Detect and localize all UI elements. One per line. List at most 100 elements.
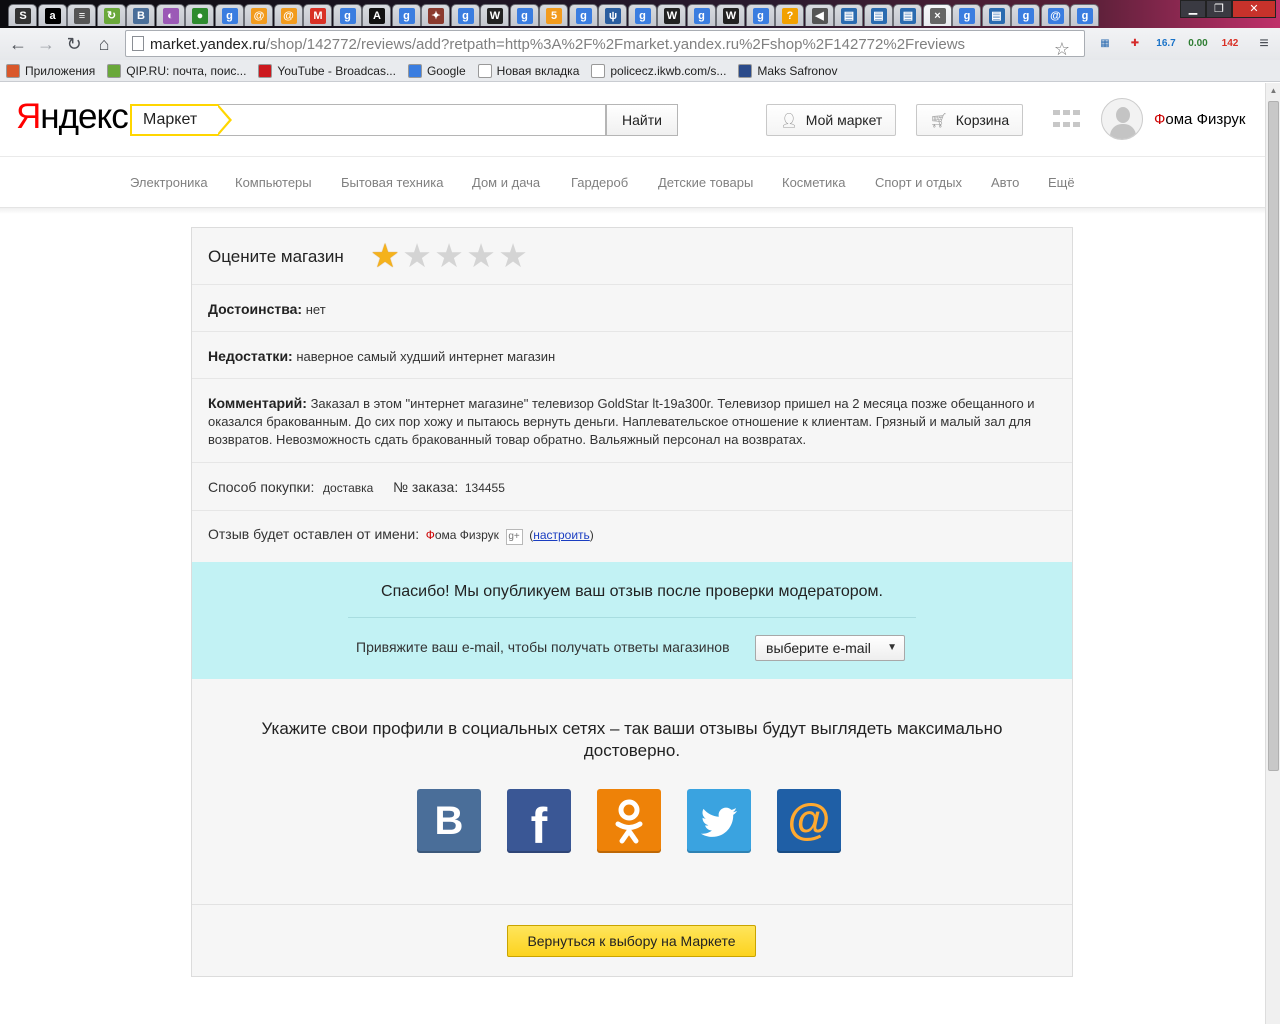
star-icon[interactable]: ★ (497, 239, 529, 272)
browser-tab[interactable]: g (214, 2, 245, 26)
browser-tab[interactable]: g (568, 2, 599, 26)
browser-tab[interactable]: ▤ (834, 2, 864, 26)
extension-icon[interactable]: ▦ (1094, 33, 1116, 55)
browser-tab[interactable]: g (450, 2, 481, 26)
browser-tab[interactable]: g (1070, 2, 1100, 26)
facebook-button[interactable]: f (507, 789, 571, 854)
browser-tab[interactable]: g (391, 2, 422, 26)
restore-icon[interactable]: ❐ (1206, 0, 1232, 18)
extension-icon[interactable]: 142 (1219, 33, 1241, 55)
browser-tab[interactable]: W (716, 2, 746, 26)
bookmark-item[interactable]: YouTube - Broadcas... (258, 63, 396, 78)
browser-tab[interactable]: ↻ (96, 2, 127, 26)
bookmark-icon (407, 63, 422, 78)
browser-tab[interactable]: ◐ (155, 2, 186, 26)
browser-tab[interactable]: ◀ (804, 2, 835, 26)
twitter-button[interactable] (687, 789, 751, 853)
browser-tab[interactable]: g (509, 2, 540, 26)
browser-tab[interactable]: g (952, 2, 982, 26)
bookmark-item[interactable]: Приложения (6, 63, 95, 78)
user-name-link[interactable]: Фома Физрук (1154, 111, 1245, 128)
configure-link[interactable]: настроить (533, 528, 590, 542)
browser-tab[interactable]: g (1011, 2, 1041, 26)
category-link[interactable]: Бытовая техника (341, 175, 443, 190)
browser-tab[interactable]: M (303, 2, 333, 26)
vk-button[interactable]: B (417, 789, 481, 853)
email-select[interactable]: выберите e-mail ▼ (755, 635, 905, 661)
category-link[interactable]: Ещё (1048, 175, 1075, 190)
bookmark-item[interactable]: Google (407, 63, 466, 78)
browser-tab[interactable]: ? (775, 2, 805, 26)
bookmark-item[interactable]: policecz.ikwb.com/s... (591, 63, 726, 78)
browser-tab[interactable]: g (332, 2, 363, 26)
browser-tab[interactable]: × (922, 2, 953, 26)
yandex-logo[interactable]: Яндекс (16, 97, 129, 137)
bookmark-item[interactable]: Maks Safronov (738, 63, 837, 78)
reload-icon[interactable]: ↻ (62, 32, 86, 56)
back-to-market-button[interactable]: Вернуться к выбору на Маркете (507, 925, 756, 957)
browser-tab[interactable]: a (37, 2, 68, 26)
browser-tab[interactable]: @ (273, 2, 304, 26)
scrollbar[interactable]: ▲ (1265, 83, 1280, 1024)
browser-tab[interactable]: g (686, 2, 717, 26)
browser-tab[interactable]: ● (185, 2, 215, 26)
star-icon[interactable]: ★ (465, 239, 497, 272)
mail-ru-button[interactable]: @ (777, 789, 841, 853)
search-button[interactable]: Найти (606, 104, 678, 136)
dropdown-arrow-icon: ▼ (887, 642, 897, 653)
bookmarks-bar: Приложения QIP.RU: почта, поис... YouTube … (0, 60, 1280, 82)
order-label: № заказа: (392, 479, 459, 495)
browser-tab[interactable]: g (627, 2, 658, 26)
cart-button[interactable]: 🛒︎ Корзина (916, 104, 1024, 136)
scroll-thumb[interactable] (1268, 101, 1279, 771)
tab-favicon-icon: @ (1047, 8, 1064, 24)
page-icon (132, 36, 144, 51)
browser-tab[interactable]: ≡ (67, 2, 97, 26)
browser-tab[interactable]: A (362, 2, 392, 26)
extension-icon[interactable]: 16.7 (1155, 33, 1177, 55)
services-grid-icon[interactable] (1053, 110, 1080, 130)
back-arrow-icon[interactable]: ← (6, 32, 30, 56)
browser-tab[interactable]: ψ (598, 2, 628, 26)
avatar[interactable] (1101, 98, 1143, 140)
category-link[interactable]: Косметика (782, 175, 845, 190)
tab-favicon-icon: ▤ (870, 8, 887, 24)
browser-tab[interactable]: ▤ (863, 2, 894, 26)
tab-favicon-icon: g (752, 8, 769, 24)
category-link[interactable]: Спорт и отдых (875, 175, 962, 190)
browser-tab[interactable]: 5 (539, 2, 569, 26)
extension-icon[interactable]: 0.00 (1187, 33, 1209, 55)
browser-tab[interactable]: W (480, 2, 510, 26)
bookmark-item[interactable]: Новая вкладка (477, 63, 579, 78)
category-link[interactable]: Авто (991, 175, 1019, 190)
browser-tab[interactable]: g (745, 2, 776, 26)
bookmark-item[interactable]: QIP.RU: почта, поис... (107, 63, 246, 78)
browser-tab[interactable]: @ (244, 2, 274, 26)
browser-tab[interactable]: ✦ (421, 2, 451, 26)
star-icon[interactable]: ★ (433, 239, 465, 272)
extension-icon[interactable]: ✚ (1124, 33, 1146, 55)
home-icon[interactable]: ⌂ (92, 32, 116, 56)
my-market-button[interactable]: 👤︎ Мой маркет (766, 104, 897, 136)
browser-tab[interactable]: B (126, 2, 156, 26)
browser-tab[interactable]: W (657, 2, 687, 26)
star-icon[interactable]: ★ (369, 239, 401, 272)
category-link[interactable]: Электроника (130, 175, 208, 190)
odnoklassniki-button[interactable] (597, 789, 661, 853)
browser-tab[interactable]: ▤ (981, 2, 1012, 26)
browser-tab[interactable]: S (8, 2, 38, 26)
nav-shadow (0, 208, 1265, 214)
category-link[interactable]: Гардероб (571, 175, 628, 190)
minimize-icon[interactable]: ▁ (1180, 0, 1206, 18)
category-link[interactable]: Детские товары (658, 175, 753, 190)
address-bar[interactable]: market.yandex.ru/shop/142772/reviews/add… (125, 30, 1085, 59)
menu-icon[interactable]: ≡ (1252, 32, 1276, 56)
category-link[interactable]: Дом и дача (472, 175, 540, 190)
browser-tab[interactable]: @ (1040, 2, 1071, 26)
scroll-up-icon[interactable]: ▲ (1268, 86, 1279, 98)
category-link[interactable]: Компьютеры (235, 175, 312, 190)
star-icon[interactable]: ★ (401, 239, 433, 272)
close-window-icon[interactable]: ✕ (1232, 0, 1276, 18)
browser-tab[interactable]: ▤ (893, 2, 923, 26)
forward-arrow-icon[interactable]: → (34, 32, 58, 56)
